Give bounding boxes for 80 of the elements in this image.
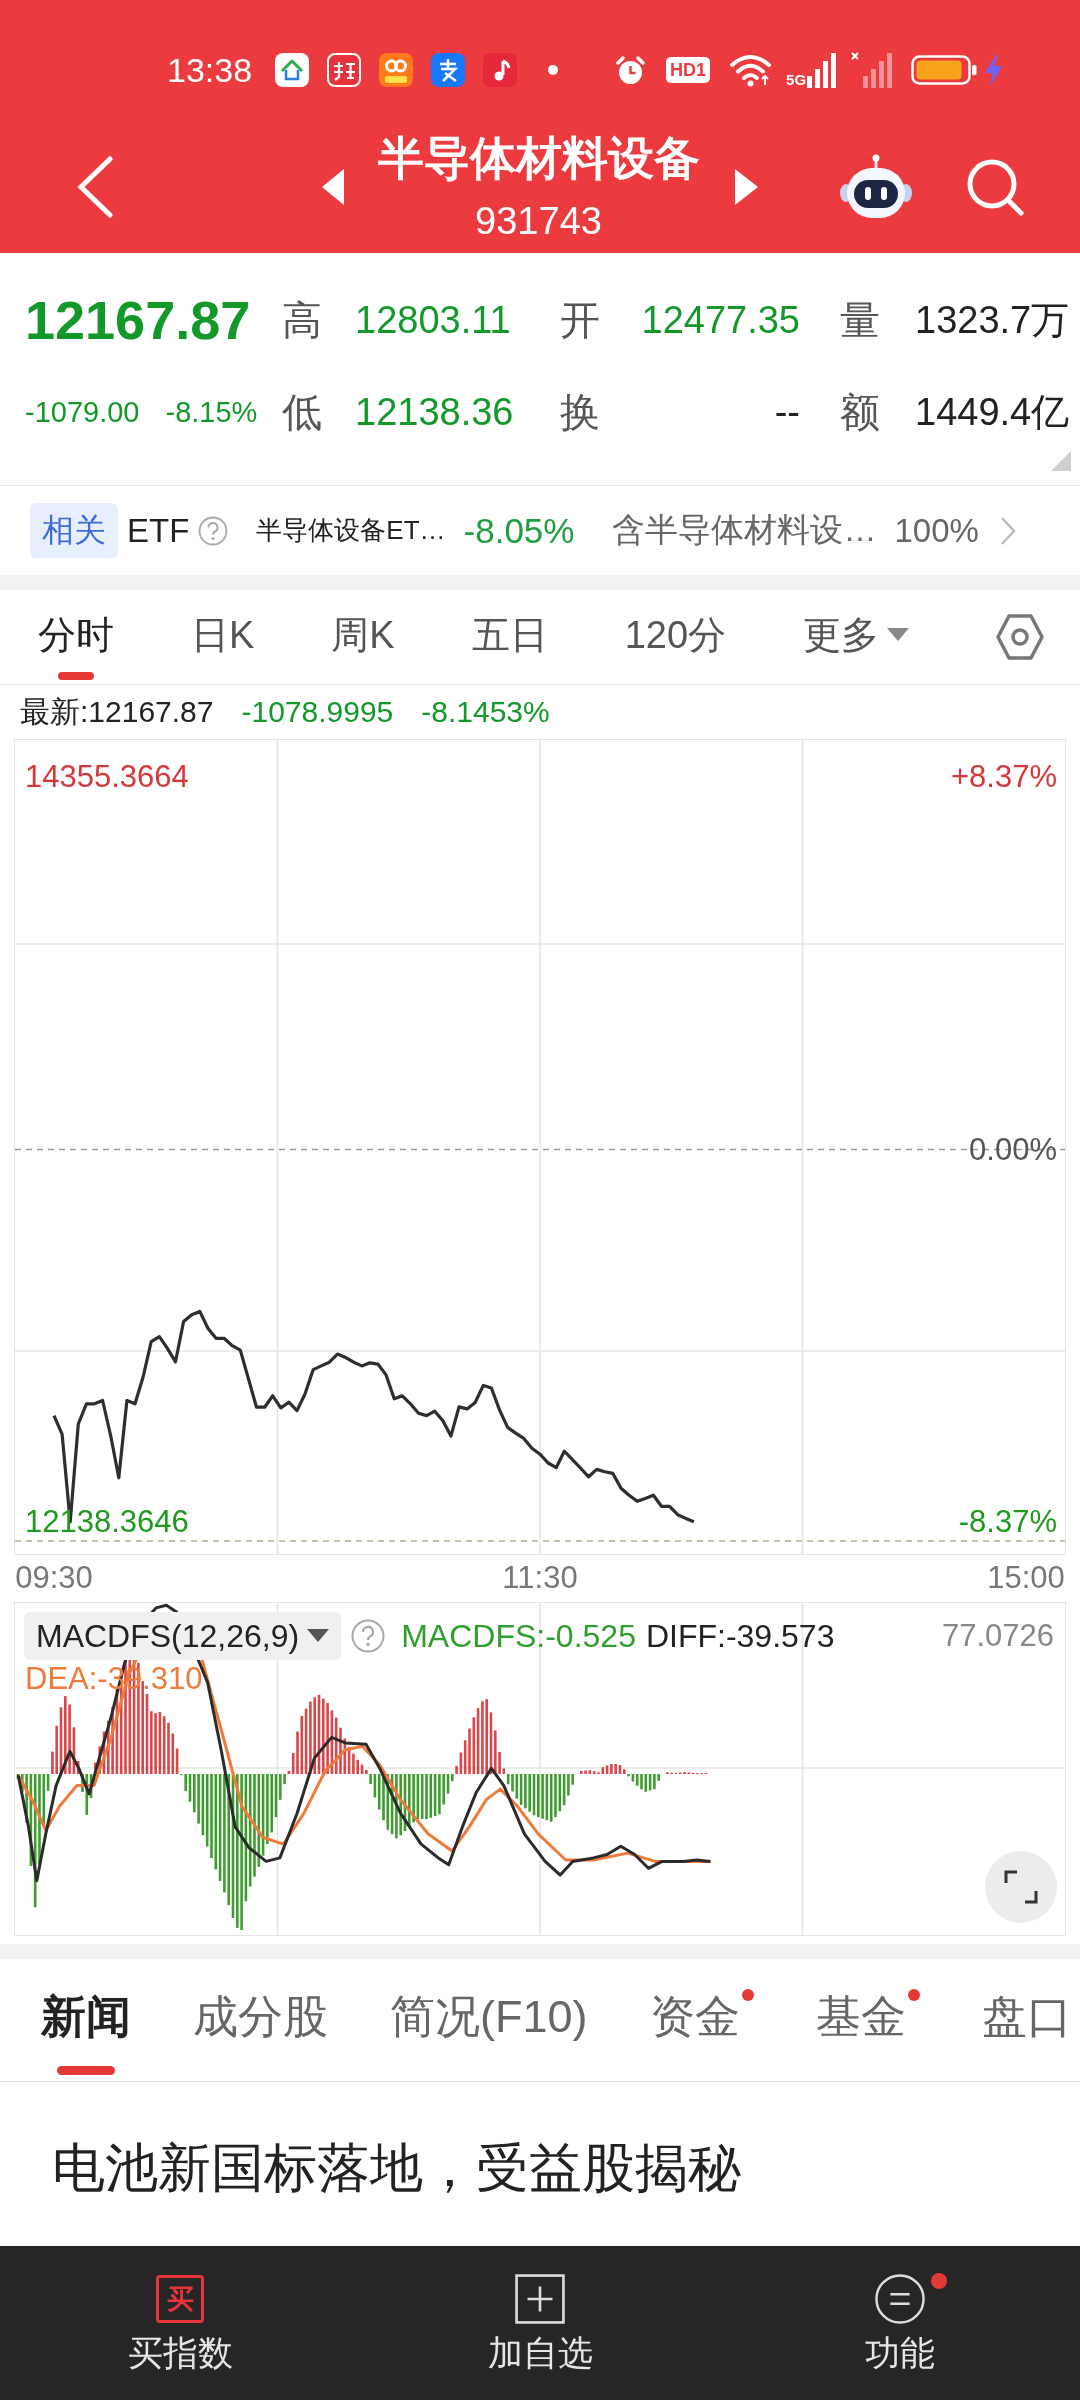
scale-max-label: 77.0726 [941,1618,1054,1654]
index-code: 931743 [475,199,602,242]
chart-tab[interactable]: 五日 [471,590,548,684]
percent-axis-label: -8.37% [958,1504,1057,1540]
network-type-label: 5G [786,72,807,88]
news-app-icon [327,53,362,87]
price-change: -1079.00 [25,395,140,430]
help-icon[interactable] [351,1619,386,1653]
field-label: 低 [282,389,323,436]
robot-icon[interactable] [839,153,913,220]
holding-percent: 100% [894,511,979,550]
field-label: 高 [282,297,323,344]
fund-name-link[interactable]: 半导体设备ET… [256,513,446,548]
indicator-selector[interactable]: MACDFS(12,26,9) [24,1612,342,1660]
field-label: 量 [840,297,881,344]
field-label: 额 [840,389,881,436]
previous-triangle-icon[interactable] [322,168,344,205]
buy-badge: 买 [156,2275,204,2323]
wifi-icon [729,52,773,88]
charging-bolt-icon [983,53,1005,87]
plus-square-icon [515,2274,565,2324]
chart-tab[interactable]: 分时 [38,590,114,684]
chart-tab[interactable]: 周K [331,590,395,684]
field-label: 开 [560,297,601,344]
chart-tab[interactable]: 更多 [803,590,910,684]
menu-icon [875,2274,925,2324]
music-app-icon [483,53,518,87]
field-value: 1323.7万 [915,298,1070,343]
status-dot-icon [548,65,559,75]
field-label: 换 [560,389,601,436]
percent-axis-label: +8.37% [951,759,1057,795]
field-value: 12803.11 [355,298,512,343]
latest-change: -1078.9995 [241,695,394,729]
index-title: 半导体材料设备 [377,131,700,184]
battery-icon [911,55,978,85]
latest-price: 最新:12167.87 [20,693,214,730]
time-axis-label: 15:00 [986,1560,1066,1596]
percent-axis-label: 0.00% [969,1131,1057,1168]
news-tab[interactable]: 资金 [649,1959,754,2081]
chart-tab[interactable]: 120分 [624,590,727,684]
field-value: 1449.4亿 [915,390,1070,435]
last-price: 12167.87 [25,289,251,352]
chart-tab[interactable]: 日K [191,590,255,684]
latest-percent: -8.1453% [421,695,550,729]
news-tab[interactable]: 基金 [815,1959,920,2081]
related-tag: 相关 [30,503,118,558]
news-headline[interactable]: 电池新国标落地，受益股揭秘 [52,2138,741,2197]
settings-icon[interactable] [996,613,1044,661]
news-tab[interactable]: 成分股 [193,1959,328,2081]
time-axis-label: 11:30 [501,1560,579,1596]
time-axis-label: 09:30 [14,1560,94,1596]
holding-text: 含半导体材料设… [612,510,877,550]
hd-indicator: HD1 [666,57,711,83]
diff-value: DIFF:-39.573 [645,1617,835,1655]
signal-icon [807,52,838,88]
toolbar-button[interactable]: 买 买指数 [0,2246,360,2400]
percent-change: -8.15% [165,395,258,430]
status-time: 13:38 [167,50,253,90]
etf-label: ETF [127,511,190,550]
alarm-icon [615,54,647,86]
news-tab[interactable]: 盘口 [981,1959,1072,2081]
price-axis-label: 14355.3664 [25,759,189,795]
toolbar-button[interactable]: 功能 [720,2246,1080,2400]
news-tab[interactable]: 简况(F10) [390,1959,588,2081]
pay-app-icon [431,53,466,87]
toolbar-button[interactable]: 加自选 [360,2246,720,2400]
back-icon[interactable] [76,155,114,218]
expand-icon [1003,1869,1039,1905]
field-value: -- [773,390,800,435]
news-tab[interactable]: 新闻 [41,1959,131,2081]
fund-change: -8.05% [463,510,575,551]
macdfs-value: MACDFS:-0.525 [401,1617,636,1655]
help-icon[interactable] [198,515,229,546]
price-axis-label: 12138.3646 [25,1504,189,1540]
next-triangle-icon[interactable] [735,168,758,205]
home-app-icon [275,53,310,87]
field-value: 12477.35 [640,298,800,343]
rings-app-icon [379,53,414,87]
dropdown-triangle-icon [307,1629,330,1643]
field-value: 12138.36 [355,390,515,435]
